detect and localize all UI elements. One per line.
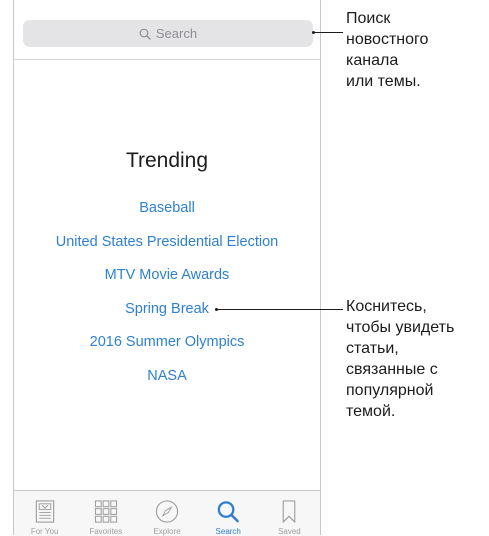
search-callout-line-3: канала bbox=[346, 52, 399, 69]
trending-item-spring-break[interactable]: Spring Break bbox=[14, 299, 320, 333]
trending-item-summer-olympics[interactable]: 2016 Summer Olympics bbox=[14, 332, 320, 366]
search-callout-line bbox=[312, 31, 343, 34]
tab-bar: For You Favorites Explore Search Saved bbox=[14, 490, 320, 536]
phone-screen: Search Trending Baseball United States P… bbox=[13, 0, 321, 536]
tab-saved[interactable]: Saved bbox=[259, 491, 320, 536]
search-callout-line-2: новостного bbox=[346, 31, 429, 48]
tab-search[interactable]: Search bbox=[198, 491, 259, 536]
trending-callout-line-5: популярной bbox=[346, 382, 434, 399]
tab-for-you[interactable]: For You bbox=[14, 491, 75, 536]
search-callout-line-4: или темы. bbox=[346, 73, 421, 90]
search-field[interactable]: Search bbox=[23, 20, 313, 47]
compass-icon bbox=[155, 500, 179, 523]
trending-callout-line-2: чтобы увидеть bbox=[346, 319, 455, 336]
trending-callout-line-1: Коснитесь, bbox=[346, 298, 427, 315]
trending-list: Baseball United States Presidential Elec… bbox=[14, 198, 320, 400]
trending-callout-line bbox=[215, 308, 343, 311]
trending-item-presidential-election[interactable]: United States Presidential Election bbox=[14, 232, 320, 266]
trending-item-baseball[interactable]: Baseball bbox=[14, 198, 320, 232]
bookmark-icon bbox=[283, 500, 296, 523]
trending-heading: Trending bbox=[125, 149, 209, 172]
search-placeholder: Search bbox=[155, 26, 198, 41]
trending-item-nasa[interactable]: NASA bbox=[14, 366, 320, 400]
for-you-icon bbox=[35, 500, 54, 523]
trending-item-mtv-movie-awards[interactable]: MTV Movie Awards bbox=[14, 265, 320, 299]
tab-favorites[interactable]: Favorites bbox=[75, 491, 136, 536]
search-callout-line-1: Поиск bbox=[346, 10, 391, 27]
tab-explore[interactable]: Explore bbox=[136, 491, 197, 536]
trending-callout: Коснитесь, чтобы увидеть статьи, связанн… bbox=[346, 296, 454, 422]
trending-callout-line-3: статьи, bbox=[346, 340, 399, 357]
favorites-grid-icon bbox=[94, 500, 117, 523]
search-icon bbox=[217, 501, 240, 523]
trending-callout-line-4: связанные с bbox=[346, 361, 438, 378]
magnifier-icon bbox=[139, 28, 151, 40]
trending-callout-line-6: темой. bbox=[346, 403, 396, 420]
search-callout: Поиск новостного канала или темы. bbox=[346, 8, 428, 92]
header-divider bbox=[14, 59, 320, 60]
